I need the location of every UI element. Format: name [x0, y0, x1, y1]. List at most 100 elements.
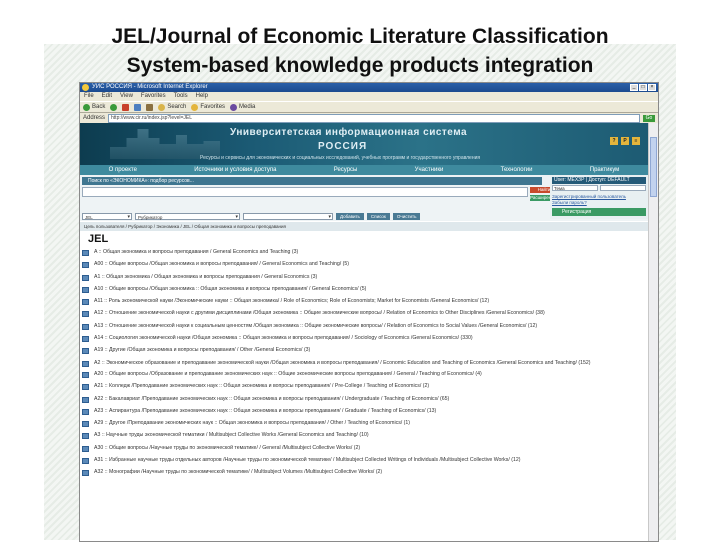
jel-heading: JEL	[88, 233, 109, 245]
plus-box-icon[interactable]	[82, 421, 89, 428]
user-password-field[interactable]	[600, 185, 646, 191]
media-button[interactable]: Media	[230, 103, 256, 111]
maximize-icon[interactable]: □	[639, 84, 647, 91]
search-button[interactable]: Search	[158, 103, 187, 111]
rubric-value-select[interactable]	[243, 212, 333, 221]
favorites-label: Favorites	[200, 104, 226, 110]
list-item[interactable]: A30 :: Общие вопросы /Научные труды по э…	[80, 445, 640, 452]
plus-box-icon[interactable]	[82, 458, 89, 465]
nav-participants[interactable]: Участники	[415, 167, 444, 173]
search-label: Search	[167, 104, 187, 110]
nav-sources[interactable]: Источники и условия доступа	[194, 167, 276, 173]
go-button[interactable]: Go	[643, 114, 655, 122]
breadcrumb: Цель пользователя / Рубрикатор / Экономи…	[80, 222, 648, 231]
menu-favorites[interactable]: Favorites	[141, 92, 166, 101]
menu-edit[interactable]: Edit	[102, 92, 112, 101]
add-button[interactable]: Добавить	[336, 212, 364, 220]
clear-button[interactable]: Очистить	[392, 212, 421, 220]
list-item[interactable]: A32 :: Монографии /Научные труды по экон…	[80, 469, 640, 477]
help-icon[interactable]: ?	[610, 137, 618, 145]
search-label: Поиск по «ЭКОНОМИКА»: подбор ресурсов...	[82, 177, 542, 185]
register-button[interactable]: Регистрация	[552, 208, 646, 216]
menu-bar: File Edit View Favorites Tools Help	[80, 92, 658, 101]
media-icon	[230, 103, 238, 111]
list-item[interactable]: A13 :: Отношение экономической науки к с…	[80, 323, 640, 330]
minimize-icon[interactable]: _	[630, 84, 638, 91]
registered-user-link[interactable]: Зарегистрированный пользователь	[552, 194, 626, 199]
slide-title: JEL/Journal of Economic Literature Class…	[0, 22, 720, 80]
plus-box-icon[interactable]	[82, 250, 89, 256]
plus-box-icon[interactable]	[82, 470, 89, 477]
list-item[interactable]: A12 :: Отношение экономической науки с д…	[80, 310, 640, 318]
menu-view[interactable]: View	[120, 92, 133, 101]
vertical-scrollbar[interactable]	[648, 123, 658, 541]
plus-box-icon[interactable]	[82, 360, 89, 367]
media-label: Media	[239, 104, 256, 110]
stop-icon[interactable]	[122, 103, 130, 111]
jel-list: A :: Общая экономика и вопросы преподава…	[80, 249, 640, 482]
plus-box-icon[interactable]	[82, 445, 89, 452]
plus-box-icon[interactable]	[82, 408, 89, 415]
refresh-icon[interactable]	[134, 103, 142, 111]
forward-arrow-icon[interactable]	[110, 103, 118, 111]
plus-box-icon[interactable]	[82, 396, 89, 403]
list-item[interactable]: A11 :: Роль экономической науки /Экономи…	[80, 298, 640, 306]
home-icon[interactable]	[146, 103, 154, 111]
rubricator-select[interactable]: Рубрикатор	[135, 212, 240, 221]
list-item[interactable]: A31 :: Избранные научные труды отдельных…	[80, 457, 640, 465]
forgot-password-link[interactable]: Забыли пароль?	[552, 200, 587, 205]
plus-box-icon[interactable]	[82, 311, 89, 318]
plus-box-icon[interactable]	[82, 384, 89, 391]
search-input[interactable]	[82, 187, 528, 197]
plus-box-icon[interactable]	[82, 286, 89, 293]
address-input[interactable]: http://www.cir.ru/index.jsp?level=JEL	[108, 113, 640, 123]
list-item[interactable]: A29 :: Другое /Преподавание экономически…	[80, 420, 640, 428]
list-item[interactable]: A20 :: Общие вопросы /Образование и преп…	[80, 371, 640, 378]
back-arrow-icon	[83, 103, 90, 111]
menu-help[interactable]: Help	[196, 92, 208, 101]
nav-about[interactable]: О проекте	[109, 167, 137, 173]
plus-box-icon[interactable]	[82, 299, 89, 306]
list-item[interactable]: A21 :: Колледж /Преподавание экономическ…	[80, 383, 640, 391]
list-item[interactable]: A19 :: Другие /Общая экономика и вопросы…	[80, 347, 640, 355]
close-icon[interactable]: ×	[648, 84, 656, 91]
print-icon[interactable]: P	[621, 137, 629, 145]
user-topic-field[interactable]: Тема	[552, 185, 598, 191]
menu-icon[interactable]: ≡	[632, 137, 640, 145]
list-item[interactable]: A00 :: Общие вопросы /Общая экономика и …	[80, 261, 640, 269]
plus-box-icon[interactable]	[82, 336, 89, 343]
favorites-button[interactable]: Favorites	[191, 103, 226, 111]
site-banner: Университетская информационная система Р…	[80, 123, 648, 165]
list-item[interactable]: A23 :: Аспирантура /Преподавание экономи…	[80, 408, 640, 415]
plus-box-icon[interactable]	[82, 371, 89, 378]
nav-practicum[interactable]: Практикум	[590, 167, 620, 173]
plus-box-icon[interactable]	[82, 274, 89, 281]
user-panel: User: МЕХЗР | Доступ: DEFAULT Тема Зарег…	[550, 175, 648, 219]
search-icon	[158, 103, 166, 111]
scrollbar-thumb[interactable]	[650, 137, 657, 197]
list-item[interactable]: A2 :: Экономическое образование и препод…	[80, 360, 640, 367]
window-titlebar: УИС РОССИЯ - Microsoft Internet Explorer…	[80, 83, 658, 92]
site-nav: О проекте Источники и условия доступа Ре…	[80, 165, 648, 175]
menu-file[interactable]: File	[84, 92, 94, 101]
plus-box-icon[interactable]	[82, 433, 89, 440]
back-label: Back	[92, 104, 106, 110]
banner-subtitle: Ресурсы и сервисы для экономических и со…	[200, 155, 481, 161]
nav-technologies[interactable]: Технологии	[501, 167, 533, 173]
list-item[interactable]: A1 :: Общая экономика / Общая экономика …	[80, 274, 640, 281]
plus-box-icon[interactable]	[82, 348, 89, 355]
list-button[interactable]: Список	[366, 212, 390, 220]
list-item[interactable]: A22 :: Бакалавриат /Преподавание экономи…	[80, 396, 640, 403]
browser-toolbar: Back Search Favorites Media	[80, 101, 658, 113]
nav-resources[interactable]: Ресурсы	[334, 167, 358, 173]
menu-tools[interactable]: Tools	[174, 92, 188, 101]
classification-select[interactable]: JEL	[82, 212, 132, 221]
list-item[interactable]: A :: Общая экономика и вопросы преподава…	[80, 249, 640, 256]
plus-box-icon[interactable]	[82, 262, 89, 269]
plus-box-icon[interactable]	[82, 323, 89, 330]
list-item[interactable]: A10 :: Общие вопросы /Общая экономика ::…	[80, 286, 640, 293]
back-button[interactable]: Back	[83, 103, 106, 111]
list-item[interactable]: A3 :: Научные труды экономической темати…	[80, 432, 640, 440]
slide-title-line2: System-based knowledge products integrat…	[126, 54, 594, 77]
list-item[interactable]: A14 :: Социология экономической науки /О…	[80, 335, 640, 343]
